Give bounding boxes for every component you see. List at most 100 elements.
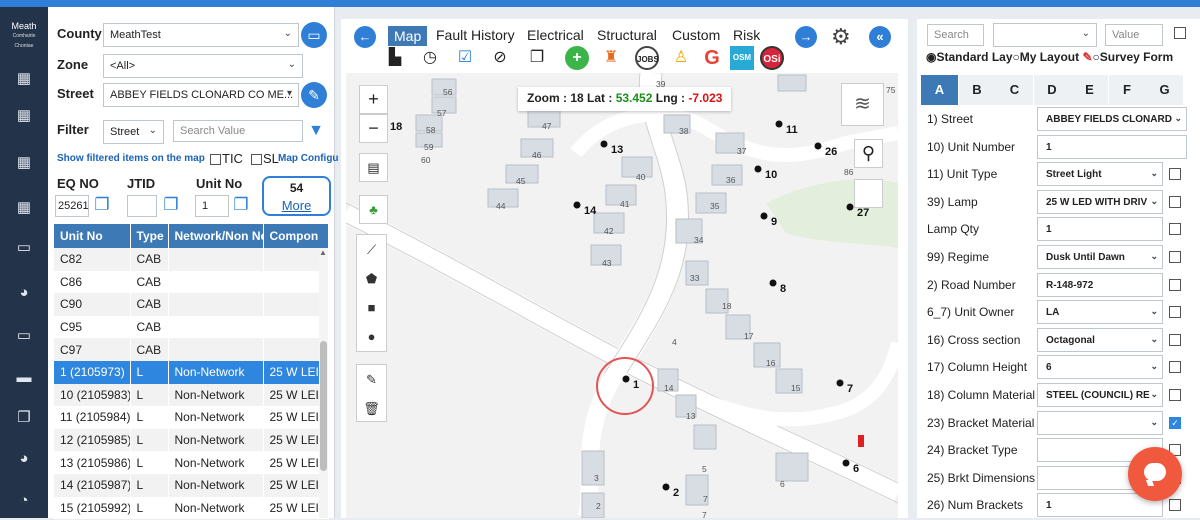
edit-layout-icon[interactable]: ✎: [1082, 50, 1092, 64]
field-select[interactable]: Octagonal ⌄: [1037, 327, 1163, 352]
stamp-icon[interactable]: ▙: [383, 46, 407, 70]
copy-jtid-icon[interactable]: ❐: [160, 194, 182, 216]
palette-icon[interactable]: ◕: [12, 282, 36, 304]
copy-icon[interactable]: ❐: [12, 407, 36, 429]
tab-risk[interactable]: Risk: [733, 27, 760, 43]
field-checkbox[interactable]: [1169, 223, 1181, 236]
monitor-icon[interactable]: ▭: [12, 237, 36, 259]
standard-layout-radio[interactable]: ◉: [926, 50, 936, 64]
field-checkbox[interactable]: [1169, 499, 1181, 512]
field-checkbox[interactable]: [1169, 195, 1181, 208]
jobs-icon[interactable]: JOBS: [635, 46, 659, 70]
field-checkbox[interactable]: [1169, 278, 1181, 291]
edit-shapes-icon[interactable]: ✎: [357, 365, 386, 394]
attr-field-select[interactable]: ⌄: [993, 23, 1097, 47]
table-row[interactable]: C90 CAB: [54, 293, 329, 316]
map-canvas[interactable]: 18 11 13 26 10 14 9 27 8 1 7 6 2 56 57 58 59 60 47 46 45 44 42…: [346, 73, 898, 518]
col-header-network[interactable]: Network/Non Ne: [168, 224, 264, 248]
field-select[interactable]: STEEL (COUNCIL) RE ⌄: [1037, 383, 1163, 407]
worker-icon[interactable]: ♜: [599, 46, 623, 70]
wrench-button[interactable]: ✎: [301, 82, 327, 108]
survey-form-radio[interactable]: ○: [1093, 50, 1100, 64]
more-button[interactable]: 54 More: [262, 176, 331, 216]
field-select[interactable]: 6 ⌄: [1037, 355, 1163, 380]
streetlight-marker[interactable]: [754, 165, 762, 173]
table-row[interactable]: 15 (2105992) L Non-Network 25 W LEI: [54, 496, 329, 520]
my-layout-radio[interactable]: ○: [1013, 50, 1020, 64]
copy-eq-icon[interactable]: ❐: [91, 194, 113, 216]
tic-checkbox[interactable]: [210, 154, 221, 165]
tab-b[interactable]: B: [958, 75, 996, 105]
person-icon[interactable]: ♙: [669, 46, 693, 70]
scroll-thumb[interactable]: [320, 341, 327, 471]
field-checkbox[interactable]: [1169, 333, 1181, 346]
grid-icon[interactable]: ▦: [12, 68, 36, 90]
field-checkbox[interactable]: [1169, 389, 1181, 401]
streetlight-marker[interactable]: [846, 203, 854, 211]
attr-filter-checkbox[interactable]: [1174, 27, 1186, 39]
field-checkbox[interactable]: [1169, 251, 1181, 263]
tab-c[interactable]: C: [996, 75, 1033, 105]
copy-documents-icon[interactable]: ❐: [525, 46, 549, 70]
street-select[interactable]: ABBEY FIELDS CLONARD CO ME... ▾: [103, 83, 299, 107]
field-checkbox[interactable]: [1169, 168, 1181, 181]
google-icon[interactable]: G: [700, 46, 724, 70]
zoom-in-button[interactable]: +: [359, 85, 388, 114]
field-select[interactable]: ABBEY FIELDS CLONARD ⌄: [1037, 107, 1187, 131]
field-input[interactable]: 1: [1037, 134, 1187, 159]
paperclip-icon[interactable]: ⊘: [488, 46, 512, 70]
table-row[interactable]: C86 CAB: [54, 270, 329, 294]
draw-line-icon[interactable]: ⟋: [357, 235, 386, 264]
table-row[interactable]: C95 CAB: [54, 315, 329, 339]
show-filtered-link[interactable]: Show filtered items on the map: [57, 153, 205, 164]
filter-select[interactable]: Street ⌄: [103, 120, 164, 144]
checklist-icon[interactable]: ☑: [453, 46, 477, 70]
streetlight-marker[interactable]: [775, 120, 783, 128]
map-config-link[interactable]: Map Configu: [278, 153, 339, 164]
add-icon[interactable]: +: [565, 46, 589, 70]
col-header-unit-no[interactable]: Unit No: [54, 224, 131, 248]
field-select[interactable]: ⌄: [1037, 410, 1163, 435]
table-row[interactable]: C82 CAB: [54, 248, 329, 271]
streetlight-marker[interactable]: [814, 142, 822, 150]
table-row[interactable]: C97 CAB: [54, 338, 329, 361]
tab-d[interactable]: D: [1033, 75, 1071, 105]
draw-polygon-icon[interactable]: ⬟: [357, 264, 386, 293]
tab-custom[interactable]: Custom: [672, 27, 720, 43]
streetlight-marker[interactable]: [760, 212, 768, 220]
field-select[interactable]: 25 W LED WITH DRIV ⌄: [1037, 189, 1163, 214]
grid-icon[interactable]: ▦: [12, 105, 36, 127]
table-row[interactable]: 10 (2105983) L Non-Network 25 W LEI: [54, 383, 329, 407]
tab-fault-history[interactable]: Fault History: [436, 27, 515, 43]
field-input[interactable]: 1: [1037, 217, 1163, 242]
table-row[interactable]: 12 (2105985) L Non-Network 25 W LEI: [54, 428, 329, 452]
tab-f[interactable]: F: [1108, 75, 1146, 105]
zoom-out-button[interactable]: −: [359, 114, 388, 143]
truck-icon[interactable]: ▬: [12, 367, 36, 389]
filter-search-input[interactable]: Search Value: [173, 120, 303, 142]
tab-e[interactable]: E: [1071, 75, 1108, 105]
copy-unit-icon[interactable]: ❐: [230, 194, 252, 216]
tab-structural[interactable]: Structural: [597, 27, 657, 43]
field-input[interactable]: R-148-972: [1037, 272, 1163, 297]
location-map-button[interactable]: ♣: [359, 195, 388, 224]
table-scrollbar[interactable]: ▲: [319, 248, 328, 518]
tab-electrical[interactable]: Electrical: [527, 27, 584, 43]
layers-button[interactable]: ≋: [841, 83, 884, 126]
table-row[interactable]: 1 (2105973) L Non-Network 25 W LEI: [54, 360, 329, 384]
settings-gear-icon[interactable]: ⚙: [831, 24, 851, 50]
delete-shapes-icon[interactable]: 🗑: [357, 394, 386, 423]
county-logo[interactable]: Meath Comhairle Chontae: [6, 21, 42, 49]
col-header-type[interactable]: Type: [130, 224, 169, 248]
folder-button[interactable]: ▭: [301, 22, 327, 48]
streetlight-marker[interactable]: [662, 483, 670, 491]
field-select[interactable]: LA ⌄: [1037, 300, 1163, 325]
sl-checkbox[interactable]: [251, 154, 262, 165]
zone-select[interactable]: <All> ⌄: [103, 54, 303, 78]
table-row[interactable]: 11 (2105984) L Non-Network 25 W LEI: [54, 406, 329, 429]
forward-arrow-button[interactable]: →: [795, 26, 817, 48]
draw-circle-icon[interactable]: ●: [357, 322, 386, 351]
osm-icon[interactable]: OSM: [730, 46, 754, 70]
streetlight-marker[interactable]: [600, 140, 608, 148]
map-search-button[interactable]: ⚲: [854, 139, 883, 168]
